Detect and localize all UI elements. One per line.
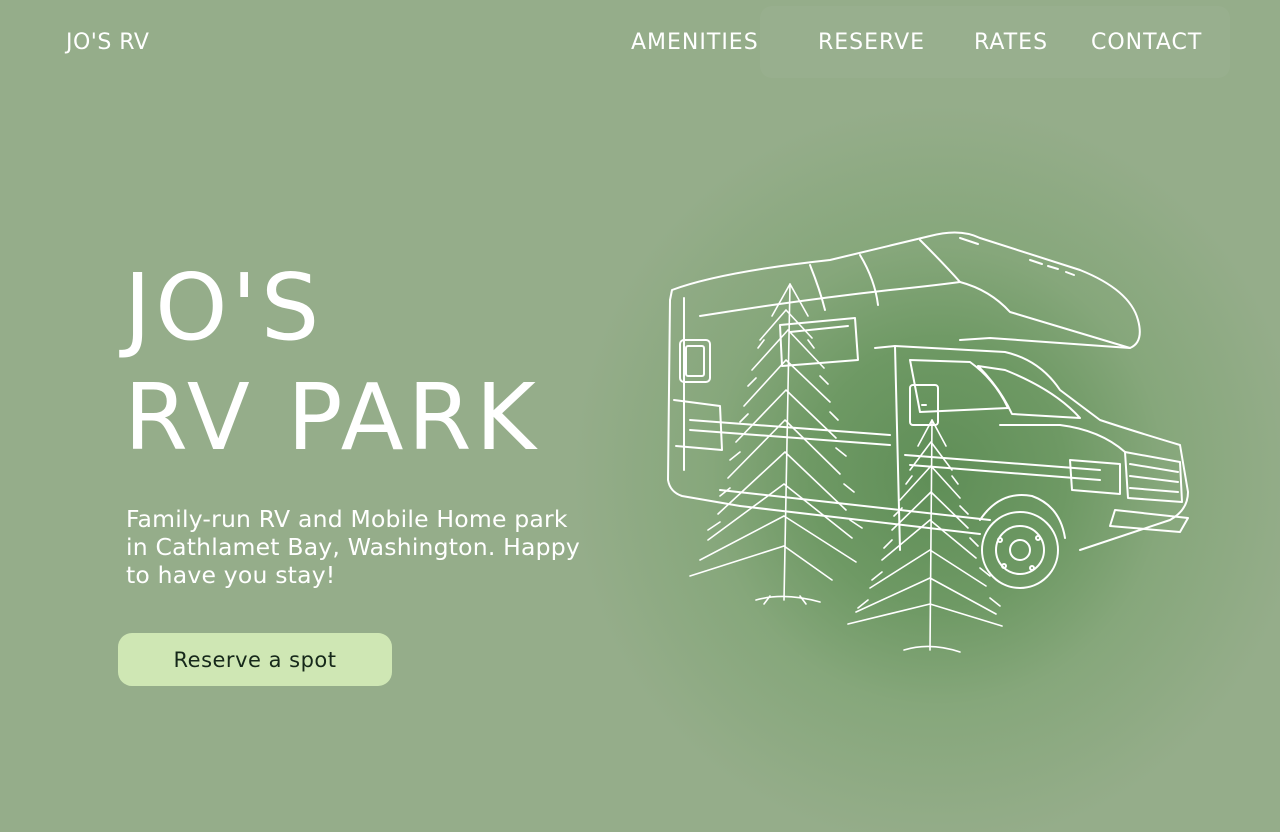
- rv-outline: [667, 231, 1189, 589]
- pine-tree-right: [847, 419, 1003, 653]
- brand-logo-text[interactable]: JO'S RV: [66, 30, 149, 55]
- hero-tagline: Family-run RV and Mobile Home park in Ca…: [126, 505, 580, 589]
- nav-link-contact[interactable]: CONTACT: [1091, 30, 1202, 55]
- nav-link-rates[interactable]: RATES: [974, 30, 1048, 55]
- hero-title-line-2: RV PARK: [124, 364, 540, 471]
- nav-link-reserve[interactable]: RESERVE: [818, 30, 925, 55]
- page: { "header": { "brand": "JO'S RV", "nav":…: [0, 0, 1280, 832]
- pine-tree-left: [689, 283, 863, 605]
- hero-title-line-1: JO'S: [124, 254, 324, 361]
- reserve-spot-button[interactable]: Reserve a spot: [118, 633, 392, 686]
- rv-with-pine-trees-illustration: [660, 220, 1200, 660]
- nav-link-amenities[interactable]: AMENITIES: [631, 30, 759, 55]
